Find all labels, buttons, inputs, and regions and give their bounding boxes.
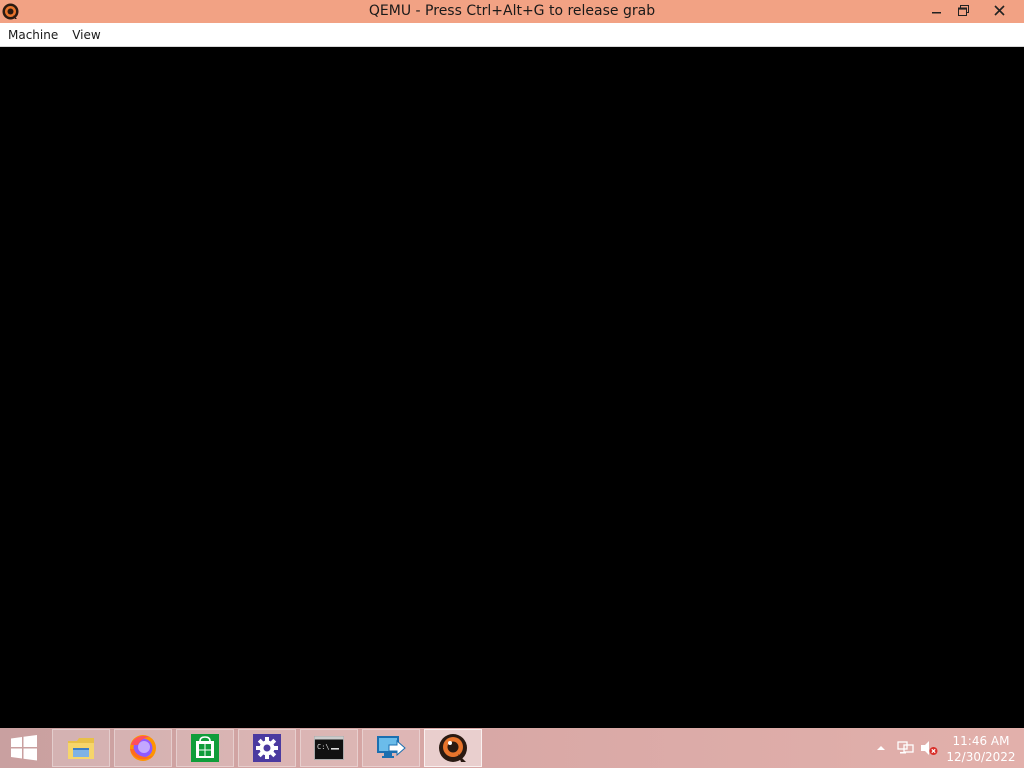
start-button[interactable] bbox=[0, 728, 48, 768]
menu-machine[interactable]: Machine bbox=[1, 23, 65, 47]
clock-time: 11:46 AM bbox=[952, 734, 1010, 748]
close-icon bbox=[993, 5, 1005, 16]
taskbar-store[interactable] bbox=[176, 729, 234, 767]
window-title: QEMU - Press Ctrl+Alt+G to release grab bbox=[368, 3, 656, 19]
minimize-icon bbox=[932, 11, 941, 13]
taskbar-clock[interactable]: 11:46 AM 12/30/2022 bbox=[944, 733, 1018, 765]
taskbar-file-explorer[interactable] bbox=[52, 729, 110, 767]
firefox-icon bbox=[130, 735, 156, 761]
store-icon bbox=[191, 734, 219, 762]
menu-view[interactable]: View bbox=[65, 23, 107, 47]
taskbar-settings[interactable] bbox=[238, 729, 296, 767]
qemu-icon bbox=[439, 734, 467, 762]
taskbar: C:\ 11:46 AM 12/30/2022 bbox=[0, 728, 1024, 768]
tray-overflow-button[interactable] bbox=[874, 728, 888, 768]
svg-text:C:\: C:\ bbox=[317, 743, 330, 751]
remote-desktop-icon bbox=[377, 736, 406, 758]
close-button[interactable] bbox=[982, 0, 1016, 21]
tray-network[interactable] bbox=[895, 728, 917, 768]
volume-muted-icon bbox=[921, 741, 938, 755]
vm-display[interactable] bbox=[0, 48, 1024, 728]
minimize-button[interactable] bbox=[924, 0, 950, 21]
gear-icon bbox=[253, 734, 281, 762]
taskbar-firefox[interactable] bbox=[114, 729, 172, 767]
taskbar-command-prompt[interactable]: C:\ bbox=[300, 729, 358, 767]
tray-volume[interactable] bbox=[918, 728, 940, 768]
restore-button[interactable] bbox=[950, 0, 976, 21]
folder-icon bbox=[68, 738, 94, 759]
window-titlebar[interactable]: QEMU - Press Ctrl+Alt+G to release grab bbox=[0, 0, 1024, 23]
chevron-up-icon bbox=[877, 746, 885, 750]
network-icon bbox=[897, 741, 914, 754]
menubar: Machine View bbox=[0, 23, 1024, 47]
windows-logo-icon bbox=[11, 735, 37, 761]
taskbar-remote-desktop[interactable] bbox=[362, 729, 420, 767]
cmd-icon: C:\ bbox=[314, 736, 344, 760]
taskbar-qemu[interactable] bbox=[424, 729, 482, 767]
restore-icon bbox=[957, 5, 969, 16]
clock-date: 12/30/2022 bbox=[946, 750, 1016, 764]
